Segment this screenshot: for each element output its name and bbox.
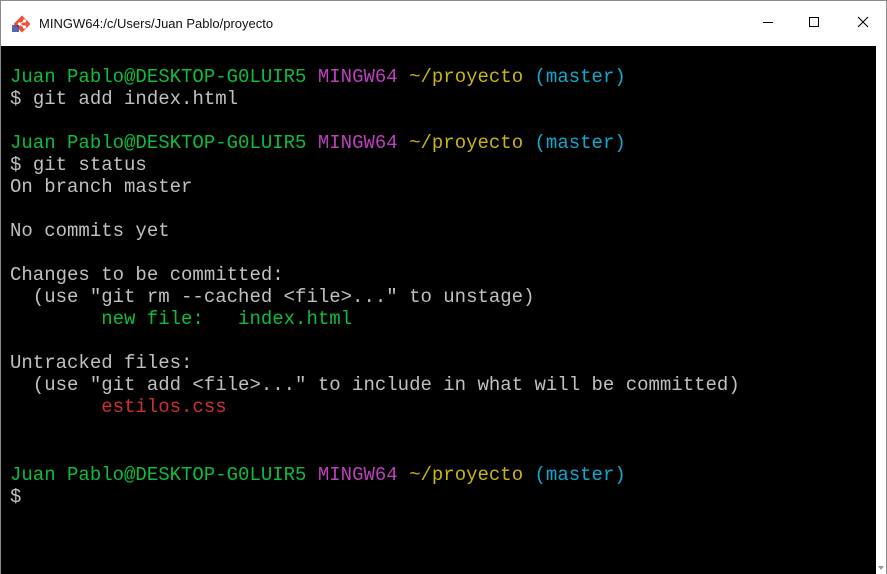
command-line-current: $	[10, 486, 21, 508]
prompt-branch: (master)	[534, 464, 626, 486]
untracked-file-name: estilos.css	[101, 396, 227, 418]
prompt-user-host: Juan Pablo@DESKTOP-G0LUIR5	[10, 132, 307, 154]
output-untracked-file-line: estilos.css	[10, 396, 227, 418]
prompt-env: MINGW64	[317, 66, 398, 88]
output-staged-file-line: new file: index.html	[10, 308, 352, 330]
vertical-scrollbar[interactable]	[876, 46, 886, 574]
staged-file-label: new file:	[10, 308, 239, 330]
prompt-env: MINGW64	[317, 132, 398, 154]
close-icon	[857, 15, 869, 33]
title-bar[interactable]: MINGW64:/c/Users/Juan Pablo/proyecto	[1, 1, 886, 46]
maximize-button[interactable]	[791, 1, 837, 46]
prompt-user-host: Juan Pablo@DESKTOP-G0LUIR5	[10, 464, 307, 486]
prompt-branch: (master)	[534, 132, 626, 154]
prompt-env: MINGW64	[317, 464, 398, 486]
minimize-icon	[762, 15, 774, 33]
minimize-button[interactable]	[745, 1, 791, 46]
command-text: git status	[32, 154, 147, 176]
close-button[interactable]	[840, 1, 886, 46]
prompt-path: ~/proyecto	[409, 464, 524, 486]
prompt-path: ~/proyecto	[409, 132, 524, 154]
prompt-line: Juan Pablo@DESKTOP-G0LUIR5 MINGW64 ~/pro…	[10, 66, 626, 88]
staged-file-name: index.html	[238, 308, 353, 330]
prompt-line: Juan Pablo@DESKTOP-G0LUIR5 MINGW64 ~/pro…	[10, 464, 626, 486]
prompt-branch: (master)	[534, 66, 626, 88]
output-unstage-hint: (use "git rm --cached <file>..." to unst…	[10, 286, 535, 308]
output-include-hint: (use "git add <file>..." to include in w…	[10, 374, 740, 396]
git-bash-window: MINGW64:/c/Users/Juan Pablo/proyecto Jua…	[0, 0, 887, 574]
prompt-path: ~/proyecto	[409, 66, 524, 88]
prompt-symbol: $	[10, 486, 22, 508]
command-line: $ git add index.html	[10, 88, 238, 110]
prompt-user-host: Juan Pablo@DESKTOP-G0LUIR5	[10, 66, 307, 88]
scroll-down-icon[interactable]	[877, 564, 885, 572]
terminal-output[interactable]: Juan Pablo@DESKTOP-G0LUIR5 MINGW64 ~/pro…	[1, 46, 876, 574]
command-line: $ git status	[10, 154, 147, 176]
git-bash-diamond-icon	[12, 14, 32, 34]
maximize-icon	[808, 15, 820, 33]
window-title: MINGW64:/c/Users/Juan Pablo/proyecto	[39, 16, 274, 31]
output-untracked-header: Untracked files:	[10, 352, 193, 374]
output-changes-header: Changes to be committed:	[10, 264, 284, 286]
output-on-branch: On branch master	[10, 176, 193, 198]
command-text: git add index.html	[32, 88, 239, 110]
prompt-line: Juan Pablo@DESKTOP-G0LUIR5 MINGW64 ~/pro…	[10, 132, 626, 154]
output-no-commits: No commits yet	[10, 220, 170, 242]
prompt-symbol: $	[10, 154, 22, 176]
prompt-symbol: $	[10, 88, 22, 110]
